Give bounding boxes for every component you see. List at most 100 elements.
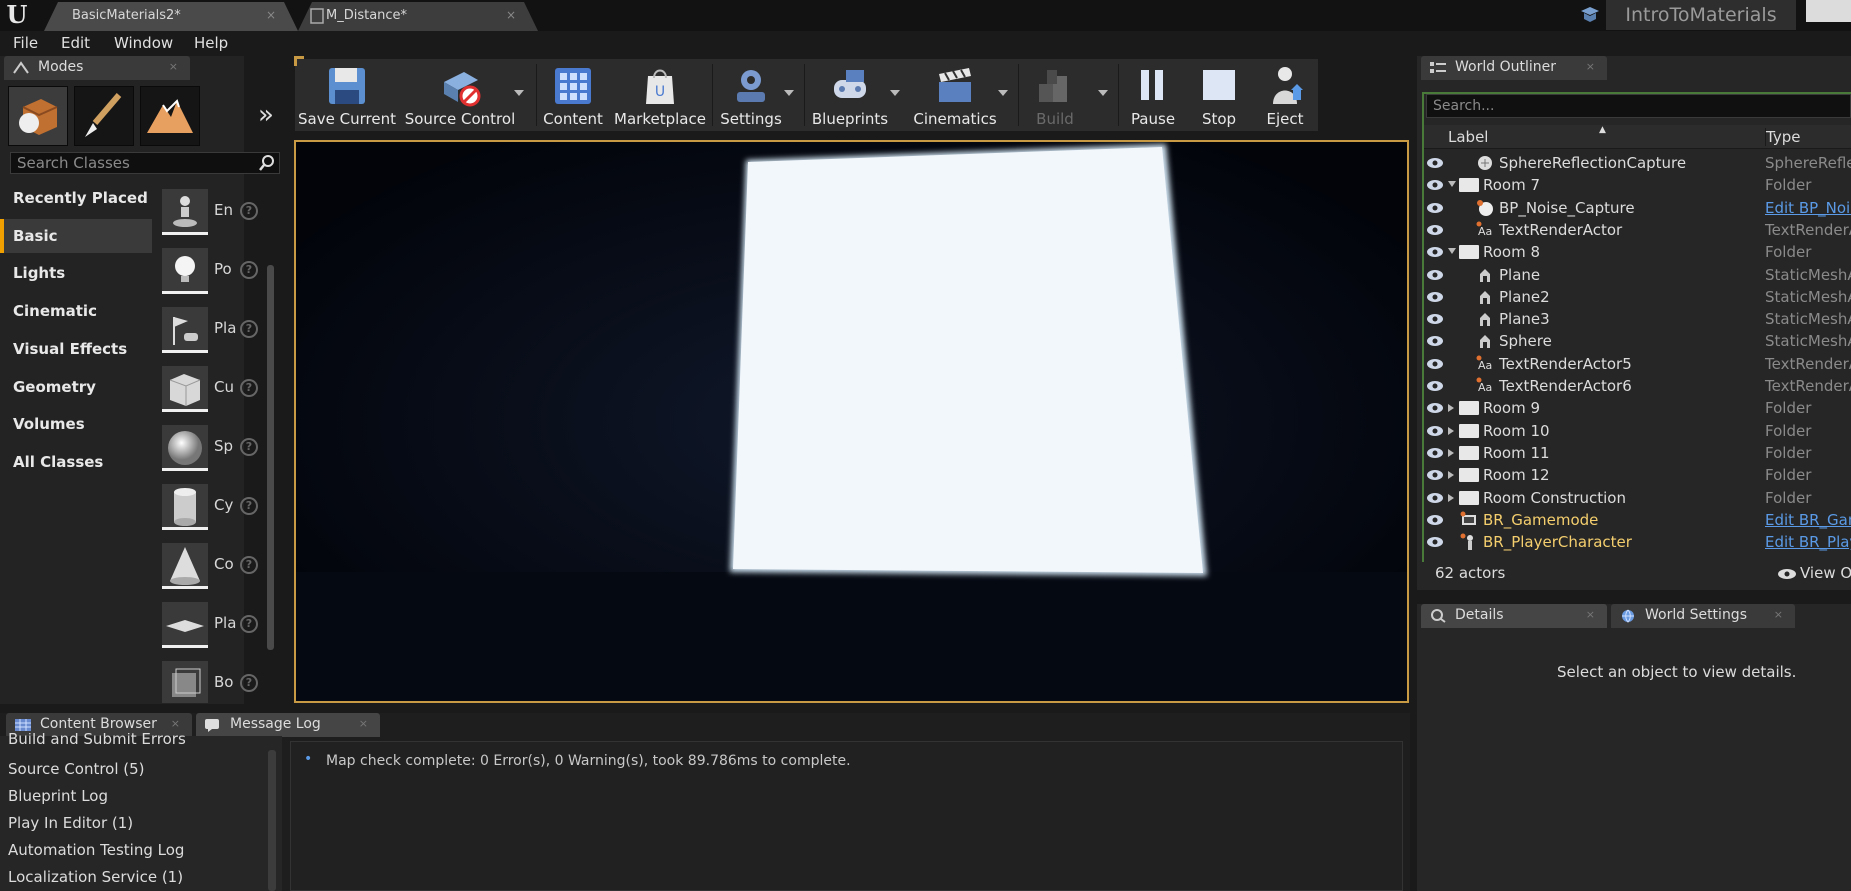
outliner-row[interactable]: BR_Gamemode Edit BR_Gam: [1424, 509, 1851, 531]
visibility-eye-icon[interactable]: [1426, 380, 1444, 392]
place-item-cylinder[interactable]: Cy ?: [162, 480, 270, 534]
category-visual-effects[interactable]: Visual Effects: [0, 332, 152, 366]
chevron-down-icon[interactable]: [784, 90, 794, 96]
outliner-row[interactable]: Room 7 Folder: [1424, 174, 1851, 196]
tab-details[interactable]: Details ×: [1421, 604, 1607, 628]
tab-modes[interactable]: Modes ×: [4, 56, 190, 80]
chevron-down-icon[interactable]: [890, 90, 900, 96]
type-column-header[interactable]: Type: [1765, 128, 1800, 146]
pause-button[interactable]: Pause: [1124, 0, 1182, 128]
outliner-row[interactable]: BP_Noise_Capture Edit BP_Nois: [1424, 197, 1851, 219]
place-item-cube[interactable]: Cu ?: [162, 362, 270, 416]
chevron-down-icon[interactable]: [514, 90, 524, 96]
outliner-row[interactable]: Aa TextRenderActor5 TextRenderA: [1424, 353, 1851, 375]
visibility-eye-icon[interactable]: [1426, 224, 1444, 236]
visibility-eye-icon[interactable]: [1426, 447, 1444, 459]
search-classes-input[interactable]: Search Classes: [10, 152, 280, 174]
outliner-row[interactable]: Room 10 Folder: [1424, 420, 1851, 442]
cinematics-button[interactable]: Cinematics: [908, 0, 1002, 128]
log-category-source-control[interactable]: Source Control (5): [8, 760, 145, 778]
place-item-box-trigger[interactable]: Bo ?: [162, 657, 270, 703]
close-icon[interactable]: ×: [1586, 60, 1595, 73]
expand-down-icon[interactable]: [1448, 181, 1456, 188]
help-icon[interactable]: ?: [240, 261, 258, 279]
help-icon[interactable]: ?: [240, 320, 258, 338]
build-button[interactable]: Build: [1022, 0, 1088, 128]
close-icon[interactable]: ×: [1774, 608, 1783, 621]
help-icon[interactable]: ?: [240, 379, 258, 397]
outliner-row[interactable]: Plane2 StaticMeshA: [1424, 286, 1851, 308]
visibility-eye-icon[interactable]: [1426, 492, 1444, 504]
place-mode-button[interactable]: [8, 86, 68, 146]
expand-modes-icon[interactable]: »: [258, 100, 274, 130]
unreal-logo-icon[interactable]: U: [4, 2, 30, 28]
sort-up-icon[interactable]: ▲: [1599, 125, 1606, 135]
close-icon[interactable]: ×: [359, 717, 368, 730]
close-icon[interactable]: ×: [169, 60, 178, 73]
level-viewport[interactable]: [294, 140, 1409, 703]
visibility-eye-icon[interactable]: [1426, 536, 1444, 548]
stop-button[interactable]: Stop: [1190, 0, 1248, 128]
outliner-row[interactable]: Room 9 Folder: [1424, 397, 1851, 419]
visibility-eye-icon[interactable]: [1426, 179, 1444, 191]
close-icon[interactable]: ×: [266, 8, 276, 22]
log-category-build-submit[interactable]: Build and Submit Errors: [8, 733, 186, 749]
log-category-scrollbar[interactable]: [268, 750, 276, 891]
help-icon[interactable]: ?: [240, 674, 258, 692]
place-item-sphere[interactable]: Sp ?: [162, 421, 270, 475]
chevron-down-icon[interactable]: [1098, 90, 1108, 96]
log-category-play-in-editor[interactable]: Play In Editor (1): [8, 814, 133, 832]
blueprints-button[interactable]: Blueprints: [808, 0, 892, 128]
visibility-eye-icon[interactable]: [1426, 425, 1444, 437]
category-recently-placed[interactable]: Recently Placed: [0, 181, 152, 215]
save-current-button[interactable]: Save Current: [298, 0, 396, 128]
settings-button[interactable]: Settings: [716, 0, 786, 128]
outliner-row[interactable]: Room Construction Folder: [1424, 487, 1851, 509]
outliner-row[interactable]: Sphere StaticMeshA: [1424, 330, 1851, 352]
outliner-row[interactable]: BR_PlayerCharacter Edit BR_Play: [1424, 531, 1851, 553]
category-cinematic[interactable]: Cinematic: [0, 294, 152, 328]
outliner-row[interactable]: Aa TextRenderActor6 TextRenderA: [1424, 375, 1851, 397]
category-lights[interactable]: Lights: [0, 256, 152, 290]
outliner-row[interactable]: Room 12 Folder: [1424, 464, 1851, 486]
tab-world-outliner[interactable]: World Outliner ×: [1421, 56, 1607, 80]
outliner-row[interactable]: SphereReflectionCapture SphereReflec: [1424, 152, 1851, 174]
category-basic[interactable]: Basic: [0, 219, 152, 253]
visibility-eye-icon[interactable]: [1426, 402, 1444, 414]
close-icon[interactable]: ×: [1586, 608, 1595, 621]
help-icon[interactable]: ?: [240, 202, 258, 220]
feedback-icon[interactable]: [1579, 5, 1601, 25]
log-category-blueprint[interactable]: Blueprint Log: [8, 787, 108, 805]
close-icon[interactable]: ×: [171, 717, 180, 730]
content-button[interactable]: Content: [540, 0, 606, 128]
expand-down-icon[interactable]: [1448, 248, 1456, 255]
visibility-eye-icon[interactable]: [1426, 269, 1444, 281]
visibility-eye-icon[interactable]: [1426, 469, 1444, 481]
help-icon[interactable]: ?: [240, 615, 258, 633]
help-icon[interactable]: ?: [240, 556, 258, 574]
place-item-plane[interactable]: Pla ?: [162, 598, 270, 652]
visibility-eye-icon[interactable]: [1426, 246, 1444, 258]
collapse-right-icon[interactable]: [1448, 493, 1454, 502]
help-icon[interactable]: ?: [240, 438, 258, 456]
source-control-button[interactable]: Source Control: [400, 0, 520, 128]
category-all-classes[interactable]: All Classes: [0, 445, 152, 479]
outliner-row[interactable]: Plane StaticMeshA: [1424, 264, 1851, 286]
edit-blueprint-link[interactable]: Edit BR_Gam: [1765, 511, 1851, 529]
modes-scrollbar[interactable]: [267, 265, 274, 650]
tab-world-settings[interactable]: World Settings ×: [1611, 604, 1795, 628]
document-tab-basicmaterials2[interactable]: BasicMaterials2* ×: [44, 2, 298, 31]
outliner-search-input[interactable]: Search...: [1426, 94, 1851, 118]
log-category-localization[interactable]: Localization Service (1): [8, 868, 183, 886]
label-column-header[interactable]: Label: [1448, 128, 1488, 146]
category-volumes[interactable]: Volumes: [0, 407, 152, 441]
menu-window[interactable]: Window: [114, 34, 173, 52]
outliner-row[interactable]: Plane3 StaticMeshA: [1424, 308, 1851, 330]
place-item-point-light[interactable]: Po ?: [162, 244, 270, 298]
help-icon[interactable]: ?: [240, 497, 258, 515]
minimize-button[interactable]: [1806, 0, 1851, 22]
outliner-row[interactable]: Aa TextRenderActor TextRenderA: [1424, 219, 1851, 241]
tab-message-log[interactable]: Message Log ×: [196, 713, 380, 737]
menu-file[interactable]: File: [13, 34, 38, 52]
collapse-right-icon[interactable]: [1448, 471, 1454, 480]
